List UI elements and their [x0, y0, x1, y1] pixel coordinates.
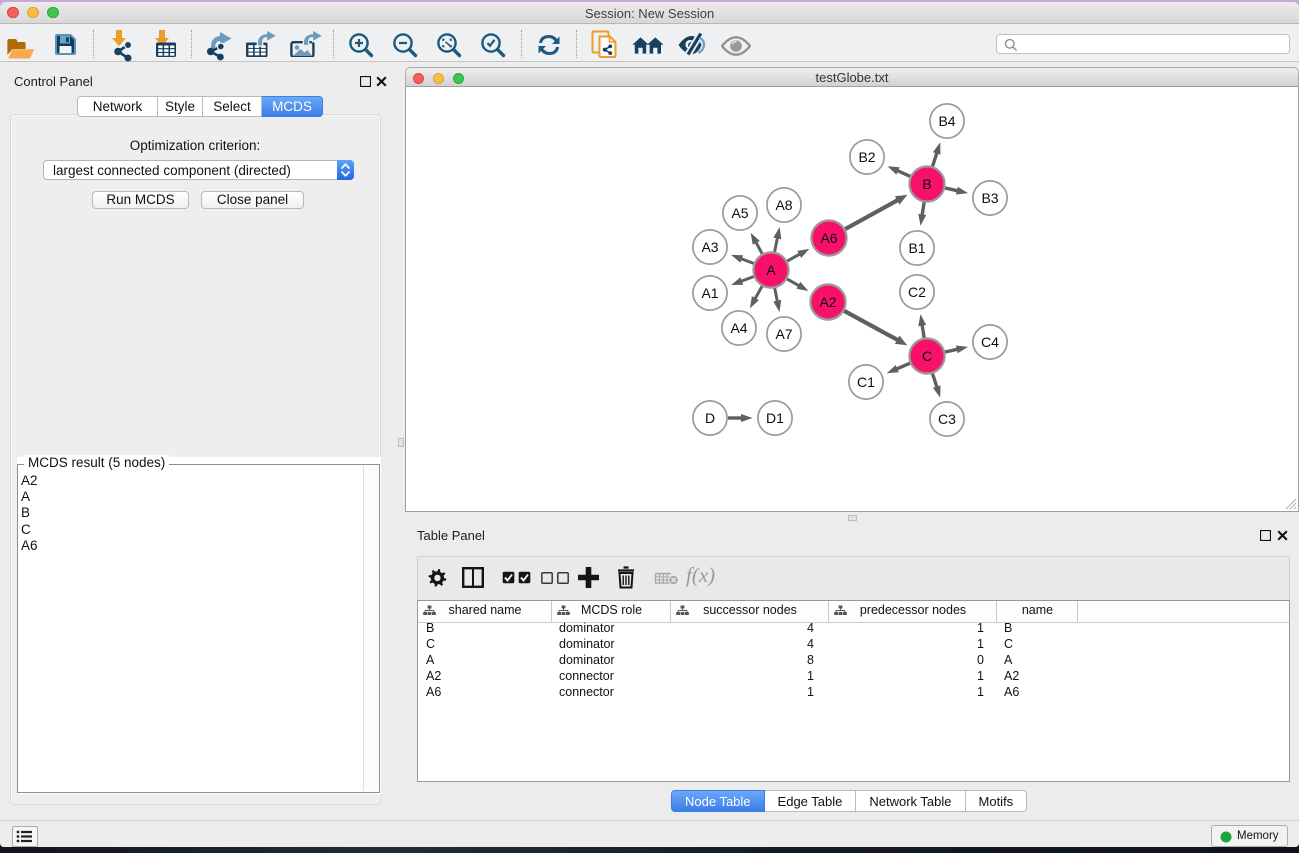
- svg-text:A6: A6: [820, 230, 837, 246]
- svg-text:C2: C2: [908, 284, 926, 300]
- svg-text:A5: A5: [731, 205, 748, 221]
- svg-text:B2: B2: [858, 149, 875, 165]
- svg-text:A7: A7: [775, 326, 792, 342]
- svg-text:D1: D1: [766, 410, 784, 426]
- svg-text:A8: A8: [775, 197, 792, 213]
- svg-text:A4: A4: [730, 320, 747, 336]
- svg-text:A1: A1: [701, 285, 718, 301]
- svg-text:B1: B1: [908, 240, 925, 256]
- svg-text:A2: A2: [819, 294, 836, 310]
- svg-text:C1: C1: [857, 374, 875, 390]
- svg-text:C4: C4: [981, 334, 999, 350]
- svg-text:A3: A3: [701, 239, 718, 255]
- svg-text:A: A: [766, 262, 776, 278]
- svg-text:B: B: [922, 176, 931, 192]
- svg-text:C3: C3: [938, 411, 956, 427]
- svg-text:B3: B3: [981, 190, 998, 206]
- svg-text:B4: B4: [938, 113, 955, 129]
- svg-text:C: C: [922, 348, 932, 364]
- svg-text:D: D: [705, 410, 715, 426]
